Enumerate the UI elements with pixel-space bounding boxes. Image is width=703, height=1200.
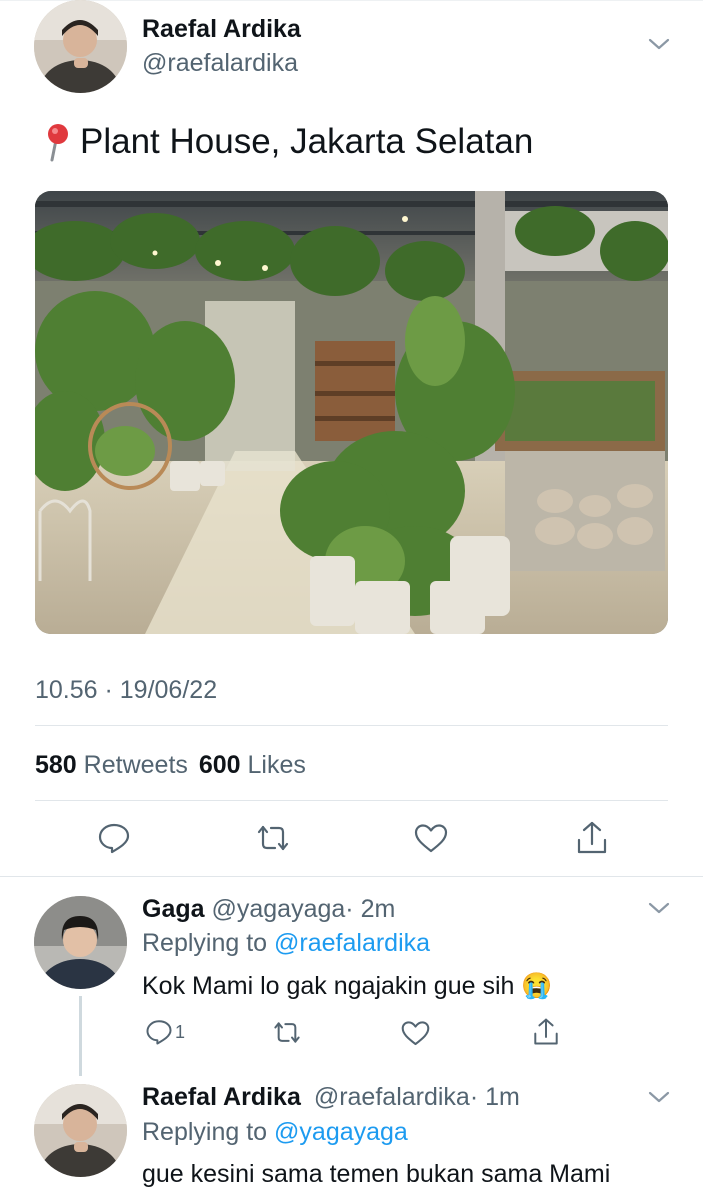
like-icon[interactable] bbox=[401, 1020, 430, 1046]
tweet-stats: 580 Retweets 600 Likes bbox=[35, 751, 306, 780]
divider-2 bbox=[35, 800, 668, 801]
replying-to-link[interactable]: @raefalardika bbox=[274, 929, 430, 957]
reply-header: Gaga @yagayaga· 2m bbox=[142, 895, 395, 924]
retweets-count: 580 bbox=[35, 751, 77, 779]
reply-author-name[interactable]: Raefal Ardika bbox=[142, 1083, 301, 1111]
likes-stat[interactable]: 600 Likes bbox=[199, 751, 306, 779]
retweet-icon[interactable] bbox=[272, 1020, 302, 1045]
reply-avatar[interactable] bbox=[34, 1084, 127, 1177]
author-handle[interactable]: @raefalardika bbox=[142, 49, 298, 78]
retweets-stat[interactable]: 580 Retweets bbox=[35, 751, 195, 779]
chevron-down-icon[interactable] bbox=[647, 900, 671, 916]
reply-count: 1 bbox=[175, 1021, 186, 1042]
reply-avatar[interactable] bbox=[34, 896, 127, 989]
thread-connector bbox=[79, 996, 82, 1076]
tweet-text: Plant House, Jakarta Selatan bbox=[40, 122, 533, 162]
author-avatar[interactable] bbox=[34, 0, 127, 93]
reply-text: gue kesini sama temen bukan sama Mami bbox=[142, 1160, 611, 1188]
reply-icon[interactable]: 1 bbox=[145, 1018, 185, 1046]
likes-label: Likes bbox=[247, 751, 306, 779]
reply-author-name[interactable]: Gaga bbox=[142, 895, 205, 923]
share-icon[interactable] bbox=[532, 1017, 560, 1047]
reply-header: Raefal Ardika @raefalardika· 1m bbox=[142, 1083, 520, 1112]
replying-to-link[interactable]: @yagayaga bbox=[274, 1118, 408, 1146]
reply-time: · 1m bbox=[469, 1083, 520, 1111]
replying-to-line: Replying to @raefalardika bbox=[142, 929, 430, 958]
replying-to-prefix: Replying to bbox=[142, 929, 268, 957]
likes-count: 600 bbox=[198, 751, 241, 779]
reply-author-handle[interactable]: @yagayaga bbox=[211, 895, 345, 923]
chevron-down-icon[interactable] bbox=[647, 36, 671, 52]
retweets-label: Retweets bbox=[83, 751, 188, 779]
retweet-icon[interactable] bbox=[255, 823, 291, 853]
tweet-photo[interactable] bbox=[35, 191, 668, 634]
replying-to-prefix: Replying to bbox=[142, 1118, 268, 1146]
author-name[interactable]: Raefal Ardika bbox=[142, 15, 301, 44]
reply-text: Kok Mami lo gak ngajakin gue sih 😭 bbox=[142, 972, 553, 1001]
divider-1 bbox=[35, 725, 668, 726]
reply-icon[interactable] bbox=[97, 821, 131, 855]
crying-emoji: 😭 bbox=[521, 972, 553, 1000]
chevron-down-icon[interactable] bbox=[647, 1089, 671, 1105]
top-divider bbox=[0, 0, 703, 1]
pin-icon bbox=[40, 122, 78, 162]
reply-time: · 2m bbox=[345, 895, 396, 923]
share-icon[interactable] bbox=[575, 820, 609, 856]
reply-author-handle[interactable]: @raefalardika bbox=[314, 1083, 470, 1111]
like-icon[interactable] bbox=[414, 823, 448, 853]
reply-text-body: Kok Mami lo gak ngajakin gue sih bbox=[142, 972, 515, 1000]
tweet-timestamp[interactable]: 10.56 · 19/06/22 bbox=[35, 676, 217, 705]
divider-3 bbox=[0, 876, 703, 877]
replying-to-line: Replying to @yagayaga bbox=[142, 1118, 408, 1147]
tweet-text-body: Plant House, Jakarta Selatan bbox=[80, 122, 534, 161]
